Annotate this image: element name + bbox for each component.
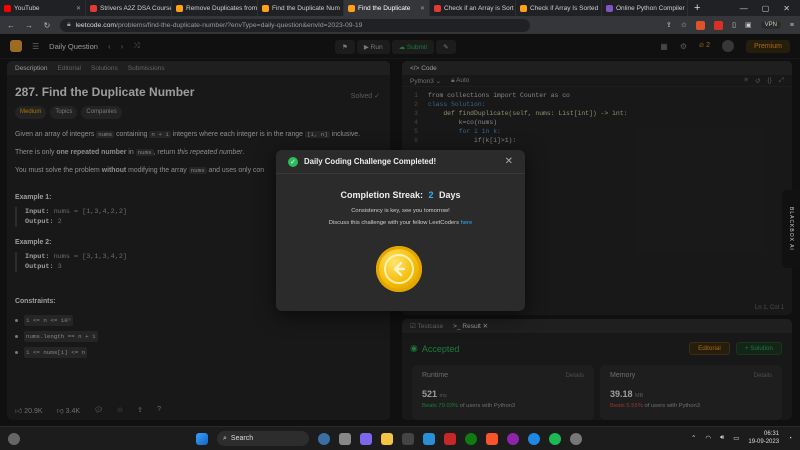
file-explorer-icon[interactable] [381, 432, 393, 445]
consistency-text: Consistency is key, see you tomorrow! [351, 208, 450, 214]
task-view-icon[interactable] [339, 432, 351, 445]
favicon-icon [606, 4, 613, 12]
close-tab-icon[interactable]: ✕ [76, 5, 81, 12]
close-icon[interactable]: ✕ [505, 156, 513, 167]
favicon-icon [4, 4, 11, 12]
reload-icon[interactable]: ↻ [42, 21, 52, 30]
wifi-icon[interactable]: ◠ [705, 434, 711, 442]
share-icon[interactable]: ⇪ [666, 21, 672, 29]
windows-taskbar: ⌕ Search ⌃ ◠ 🔊︎ ▭ 06:31 19-09-2023 ◔ [0, 426, 800, 450]
favicon-icon [176, 4, 183, 12]
blackbox-ai-label: BLACKBOX AI [788, 207, 794, 251]
close-window-icon[interactable]: ✕ [783, 4, 790, 13]
favicon-icon [348, 4, 355, 12]
time: 06:31 [764, 431, 780, 437]
new-tab-button[interactable]: + [688, 2, 706, 14]
browser-tab-title: Online Python Compiler [616, 4, 685, 12]
volume-icon[interactable]: 🔊︎ [720, 434, 724, 442]
edge-icon[interactable] [528, 432, 540, 445]
widgets-icon[interactable] [318, 432, 330, 445]
app-icon[interactable] [507, 432, 519, 445]
sidebar-icon[interactable]: ▯ [732, 21, 736, 29]
back-icon[interactable]: ← [6, 21, 16, 30]
browser-tab-title: Find the Duplicate [358, 4, 411, 12]
minimize-icon[interactable]: — [740, 4, 748, 13]
blackbox-ai-tab[interactable]: BLACKBOX AI [782, 190, 800, 268]
browser-tab-title: Strivers A2Z DSA Course [100, 4, 172, 12]
url-path: /problems/find-the-duplicate-number/?env… [116, 21, 363, 29]
xbox-icon[interactable] [465, 432, 477, 445]
ms-store-icon[interactable] [402, 432, 414, 445]
vpn-button[interactable]: VPN [760, 21, 781, 29]
lock-icon: 🔒︎ [67, 21, 71, 28]
forward-icon[interactable]: → [24, 21, 34, 30]
brave-shield-icon[interactable] [696, 20, 706, 30]
date: 19-09-2023 [748, 439, 780, 445]
meet-icon[interactable] [360, 432, 372, 445]
mcafee-icon[interactable] [444, 432, 456, 445]
browser-tab[interactable]: Find the Duplicate Num✕ [258, 0, 344, 16]
browser-tab[interactable]: YouTube ✕ [0, 0, 86, 16]
favicon-icon [520, 4, 527, 12]
discuss-text: Discuss this challenge with your fellow … [276, 220, 525, 226]
browser-tab-title: YouTube [14, 4, 40, 12]
streak-unit: Days [439, 190, 461, 200]
completion-streak: Completion Streak: 2 Days [276, 190, 525, 200]
favicon-icon [434, 4, 441, 12]
leetcode-glyph-icon [393, 261, 406, 277]
challenge-completed-dialog: ✓ Daily Coding Challenge Completed! ✕ Co… [276, 150, 525, 311]
browser-tab-title: Check if Array Is Sorted [530, 4, 599, 12]
dialog-title: Daily Coding Challenge Completed! [304, 157, 437, 166]
maximize-icon[interactable]: ▢ [762, 4, 770, 13]
start-icon[interactable] [196, 432, 208, 445]
brave-icon[interactable] [486, 432, 498, 445]
address-bar-row: ← → ↻ 🔒︎ leetcode.com/problems/find-the-… [0, 16, 800, 34]
notification-icon[interactable]: ◔ [788, 435, 792, 442]
browser-tab[interactable]: Remove Duplicates from✕ [172, 0, 258, 16]
taskbar-search[interactable]: ⌕ Search [217, 431, 309, 446]
browser-tab[interactable]: Strivers A2Z DSA Course✕ [86, 0, 172, 16]
browser-tab-title: Find the Duplicate Num [272, 4, 340, 12]
wallet-icon[interactable]: ▣ [745, 21, 752, 29]
lens-app-icon[interactable] [423, 432, 435, 445]
tray-chevron-icon[interactable]: ⌃ [691, 434, 696, 442]
search-label: Search [230, 435, 254, 442]
url-domain: leetcode.com [75, 21, 117, 29]
coin-icon [376, 246, 422, 292]
check-circle-icon: ✓ [288, 156, 298, 167]
favicon-icon [90, 4, 97, 12]
browser-tab-title: Check if an Array is Sort [444, 4, 514, 12]
streak-number: 2 [428, 190, 434, 200]
window-controls: — ▢ ✕ [740, 4, 800, 13]
weather-icon[interactable] [8, 432, 20, 445]
menu-icon[interactable]: ≡ [790, 22, 794, 29]
extension-icon[interactable] [714, 20, 724, 30]
search-icon: ⌕ [223, 434, 227, 442]
settings-app-icon[interactable] [570, 432, 582, 445]
close-tab-icon[interactable]: ✕ [420, 5, 425, 12]
discuss-label: Discuss this challenge with your fellow … [328, 220, 459, 226]
browser-tab[interactable]: Check if an Array is Sort✕ [430, 0, 516, 16]
browser-tab[interactable]: Find the Duplicate ✕ [344, 0, 430, 16]
battery-icon[interactable]: ▭ [733, 434, 739, 442]
browser-tab-strip: YouTube✕Strivers A2Z DSA Course✕Remove D… [0, 0, 800, 16]
clock[interactable]: 06:31 19-09-2023 [748, 430, 779, 446]
url-input[interactable]: 🔒︎ leetcode.com/problems/find-the-duplic… [60, 18, 530, 32]
browser-tab[interactable]: Online Python Compiler✕ [602, 0, 688, 16]
browser-tab[interactable]: Check if Array Is Sorted✕ [516, 0, 602, 16]
browser-tab-title: Remove Duplicates from [186, 4, 258, 12]
spotify-icon[interactable] [549, 432, 561, 445]
bookmark-icon[interactable]: ☆ [681, 21, 687, 29]
discuss-link[interactable]: here [461, 220, 473, 226]
favicon-icon [262, 4, 269, 12]
streak-label: Completion Streak: [340, 190, 423, 200]
